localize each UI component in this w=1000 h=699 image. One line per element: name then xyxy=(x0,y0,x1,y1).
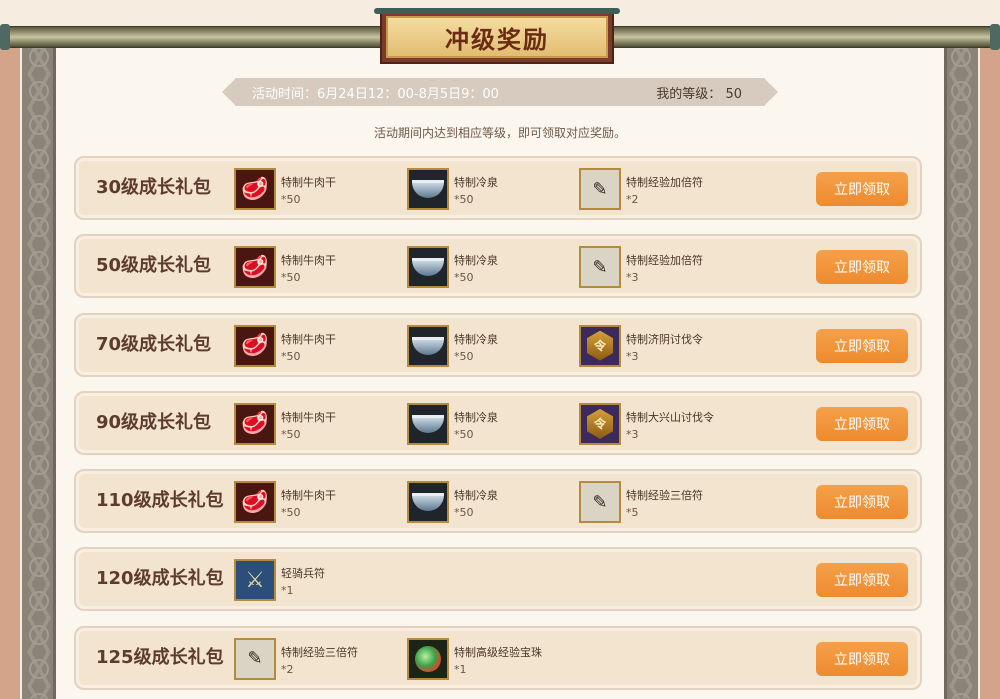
scroll-rod-cap-left xyxy=(0,24,10,50)
reward-row: 50级成长礼包 🥩 特制牛肉干 *50 特制冷泉 *50 ✎ 特制经验加倍符 *3 立即领取 xyxy=(74,234,922,299)
reward-item-name: 特制牛肉干 xyxy=(281,410,336,424)
reward-item-name: 特制济阴讨伐令 xyxy=(626,332,703,346)
claim-button[interactable]: 立即领取 xyxy=(816,328,908,363)
activity-time: 活动时间：6月24日12：00-8月5日9：00 xyxy=(252,86,499,102)
reward-package-name: 30级成长礼包 xyxy=(96,177,212,198)
reward-item-count: *50 xyxy=(454,427,474,441)
reward-item-count: *5 xyxy=(626,506,639,520)
reward-item-name: 特制牛肉干 xyxy=(281,254,336,268)
beef-icon[interactable]: 🥩 xyxy=(234,246,276,289)
reward-row: 120级成长礼包 ⚔ 轻骑兵符 *1 立即领取 xyxy=(74,547,922,612)
reward-item-name: 特制牛肉干 xyxy=(281,489,336,503)
exp-scroll-icon[interactable]: ✎ xyxy=(579,481,621,524)
reward-row: 70级成长礼包 🥩 特制牛肉干 *50 特制冷泉 *50 令特制济阴讨伐令 *3 立即领取 xyxy=(74,312,922,377)
title-plaque: 冲级奖励 xyxy=(374,8,620,64)
exp-scroll-icon[interactable]: ✎ xyxy=(579,246,621,289)
reward-row: 30级成长礼包 🥩 特制牛肉干 *50 特制冷泉 *50 ✎ 特制经验加倍符 *2 立即领取 xyxy=(74,156,922,220)
reward-package-name: 70级成长礼包 xyxy=(96,333,212,355)
reward-item-name: 特制经验三倍符 xyxy=(281,645,358,659)
claim-button[interactable]: 立即领取 xyxy=(816,250,908,285)
reward-item-count: *3 xyxy=(626,349,639,363)
reward-item-name: 特制冷泉 xyxy=(454,489,498,503)
reward-row: 110级成长礼包 🥩 特制牛肉干 *50 特制冷泉 *50 ✎ 特制经验三倍符 *5 立即领取 xyxy=(74,469,922,534)
reward-package-name: 110级成长礼包 xyxy=(96,490,224,512)
reward-item-count: *3 xyxy=(626,271,639,285)
claim-button[interactable]: 立即领取 xyxy=(816,172,908,206)
claim-button[interactable]: 立即领取 xyxy=(816,485,908,520)
reward-package-name: 50级成长礼包 xyxy=(96,255,212,277)
reward-item-name: 特制经验三倍符 xyxy=(626,489,703,503)
reward-item-name: 特制牛肉干 xyxy=(281,332,336,346)
reward-item-count: *50 xyxy=(281,349,301,363)
reward-package-name: 90级成长礼包 xyxy=(96,411,212,433)
cavalry-icon[interactable]: ⚔ xyxy=(234,559,276,602)
reward-item-count: *2 xyxy=(281,662,294,676)
reward-item-count: *50 xyxy=(281,271,301,285)
reward-item-name: 特制高级经验宝珠 xyxy=(454,645,542,659)
spring-water-icon[interactable] xyxy=(407,168,449,210)
beef-icon[interactable]: 🥩 xyxy=(234,324,276,367)
reward-item-name: 特制冷泉 xyxy=(454,332,498,346)
my-level: 我的等级： 50 xyxy=(656,83,742,102)
exp-scroll-icon[interactable]: ✎ xyxy=(579,168,621,210)
scroll-rod-left xyxy=(4,26,388,48)
claim-button[interactable]: 立即领取 xyxy=(816,641,908,676)
exp-pearl-icon[interactable] xyxy=(407,637,449,680)
reward-item-count: *50 xyxy=(281,427,301,441)
spring-water-icon[interactable] xyxy=(407,402,449,445)
claim-button[interactable]: 立即领取 xyxy=(816,406,908,441)
beef-icon[interactable]: 🥩 xyxy=(234,402,276,445)
spring-water-icon[interactable] xyxy=(407,324,449,367)
reward-package-name: 125级成长礼包 xyxy=(96,646,224,668)
activity-info-bar: 活动时间：6月24日12：00-8月5日9：00 我的等级： 50 xyxy=(222,78,778,106)
reward-item-name: 特制牛肉干 xyxy=(281,176,336,189)
reward-item-name: 特制冷泉 xyxy=(454,410,498,424)
reward-item-name: 特制冷泉 xyxy=(454,254,498,268)
page-title: 冲级奖励 xyxy=(445,25,549,54)
claim-button[interactable]: 立即领取 xyxy=(816,563,908,598)
reward-item-count: *3 xyxy=(626,427,639,441)
activity-description: 活动期间内达到相应等级，即可领取对应奖励。 xyxy=(373,126,626,140)
reward-item-name: 特制经验加倍符 xyxy=(626,254,703,268)
reward-package-name: 120级成长礼包 xyxy=(96,568,224,590)
reward-item-count: *50 xyxy=(281,193,301,206)
reward-item-count: *1 xyxy=(281,584,294,598)
order-token-icon[interactable]: 令 xyxy=(579,324,621,367)
scroll-rod-cap-right xyxy=(990,24,1000,50)
reward-item-name: 轻骑兵符 xyxy=(281,567,325,581)
reward-item-count: *50 xyxy=(454,193,474,206)
reward-item-count: *50 xyxy=(454,349,474,363)
reward-item-count: *50 xyxy=(454,271,474,285)
beef-icon[interactable]: 🥩 xyxy=(234,481,276,524)
reward-item-name: 特制经验加倍符 xyxy=(626,176,703,189)
reward-item-count: *50 xyxy=(454,506,474,520)
order-token-icon[interactable]: 令 xyxy=(579,402,621,445)
reward-item-count: *1 xyxy=(454,662,467,676)
scroll-rod-right xyxy=(612,26,996,48)
my-level-value: 50 xyxy=(725,86,742,102)
reward-row: 90级成长礼包 🥩 特制牛肉干 *50 特制冷泉 *50 令特制大兴山讨伐令 *3 立即领取 xyxy=(74,390,922,455)
reward-item-name: 特制大兴山讨伐令 xyxy=(626,410,714,424)
reward-list: 30级成长礼包 🥩 特制牛肉干 *50 特制冷泉 *50 ✎ 特制经验加倍符 *2 立即领取 50级… xyxy=(74,156,922,699)
reward-row: 125级成长礼包 ✎ 特制经验三倍符 *2 特制高级经验宝珠 *1 立即领取 xyxy=(74,625,922,690)
spring-water-icon[interactable] xyxy=(407,246,449,289)
exp-scroll-icon[interactable]: ✎ xyxy=(234,637,276,680)
reward-item-count: *50 xyxy=(281,506,301,520)
reward-item-count: *2 xyxy=(626,193,639,206)
my-level-label: 我的等级： xyxy=(656,86,722,102)
reward-item-name: 特制冷泉 xyxy=(454,176,498,189)
spring-water-icon[interactable] xyxy=(407,481,449,524)
beef-icon[interactable]: 🥩 xyxy=(234,168,276,210)
